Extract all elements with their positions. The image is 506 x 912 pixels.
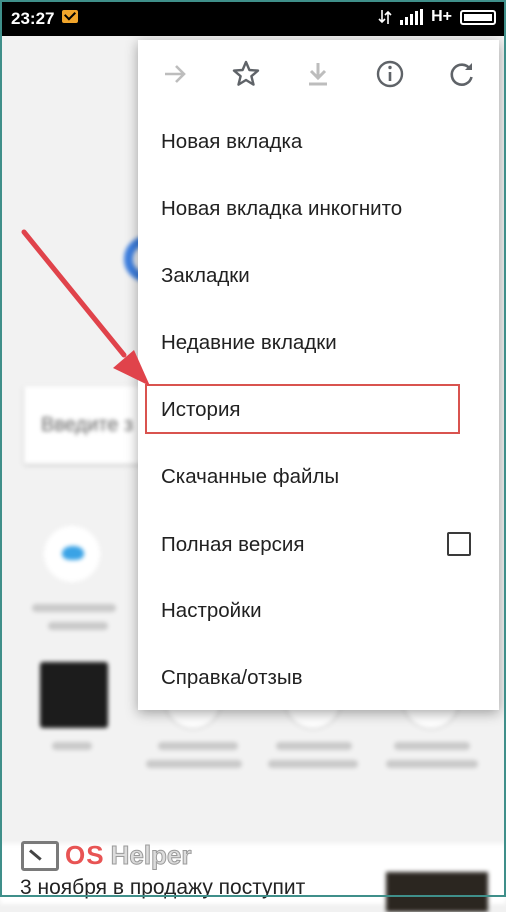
annotation-arrow: [21, 229, 150, 386]
